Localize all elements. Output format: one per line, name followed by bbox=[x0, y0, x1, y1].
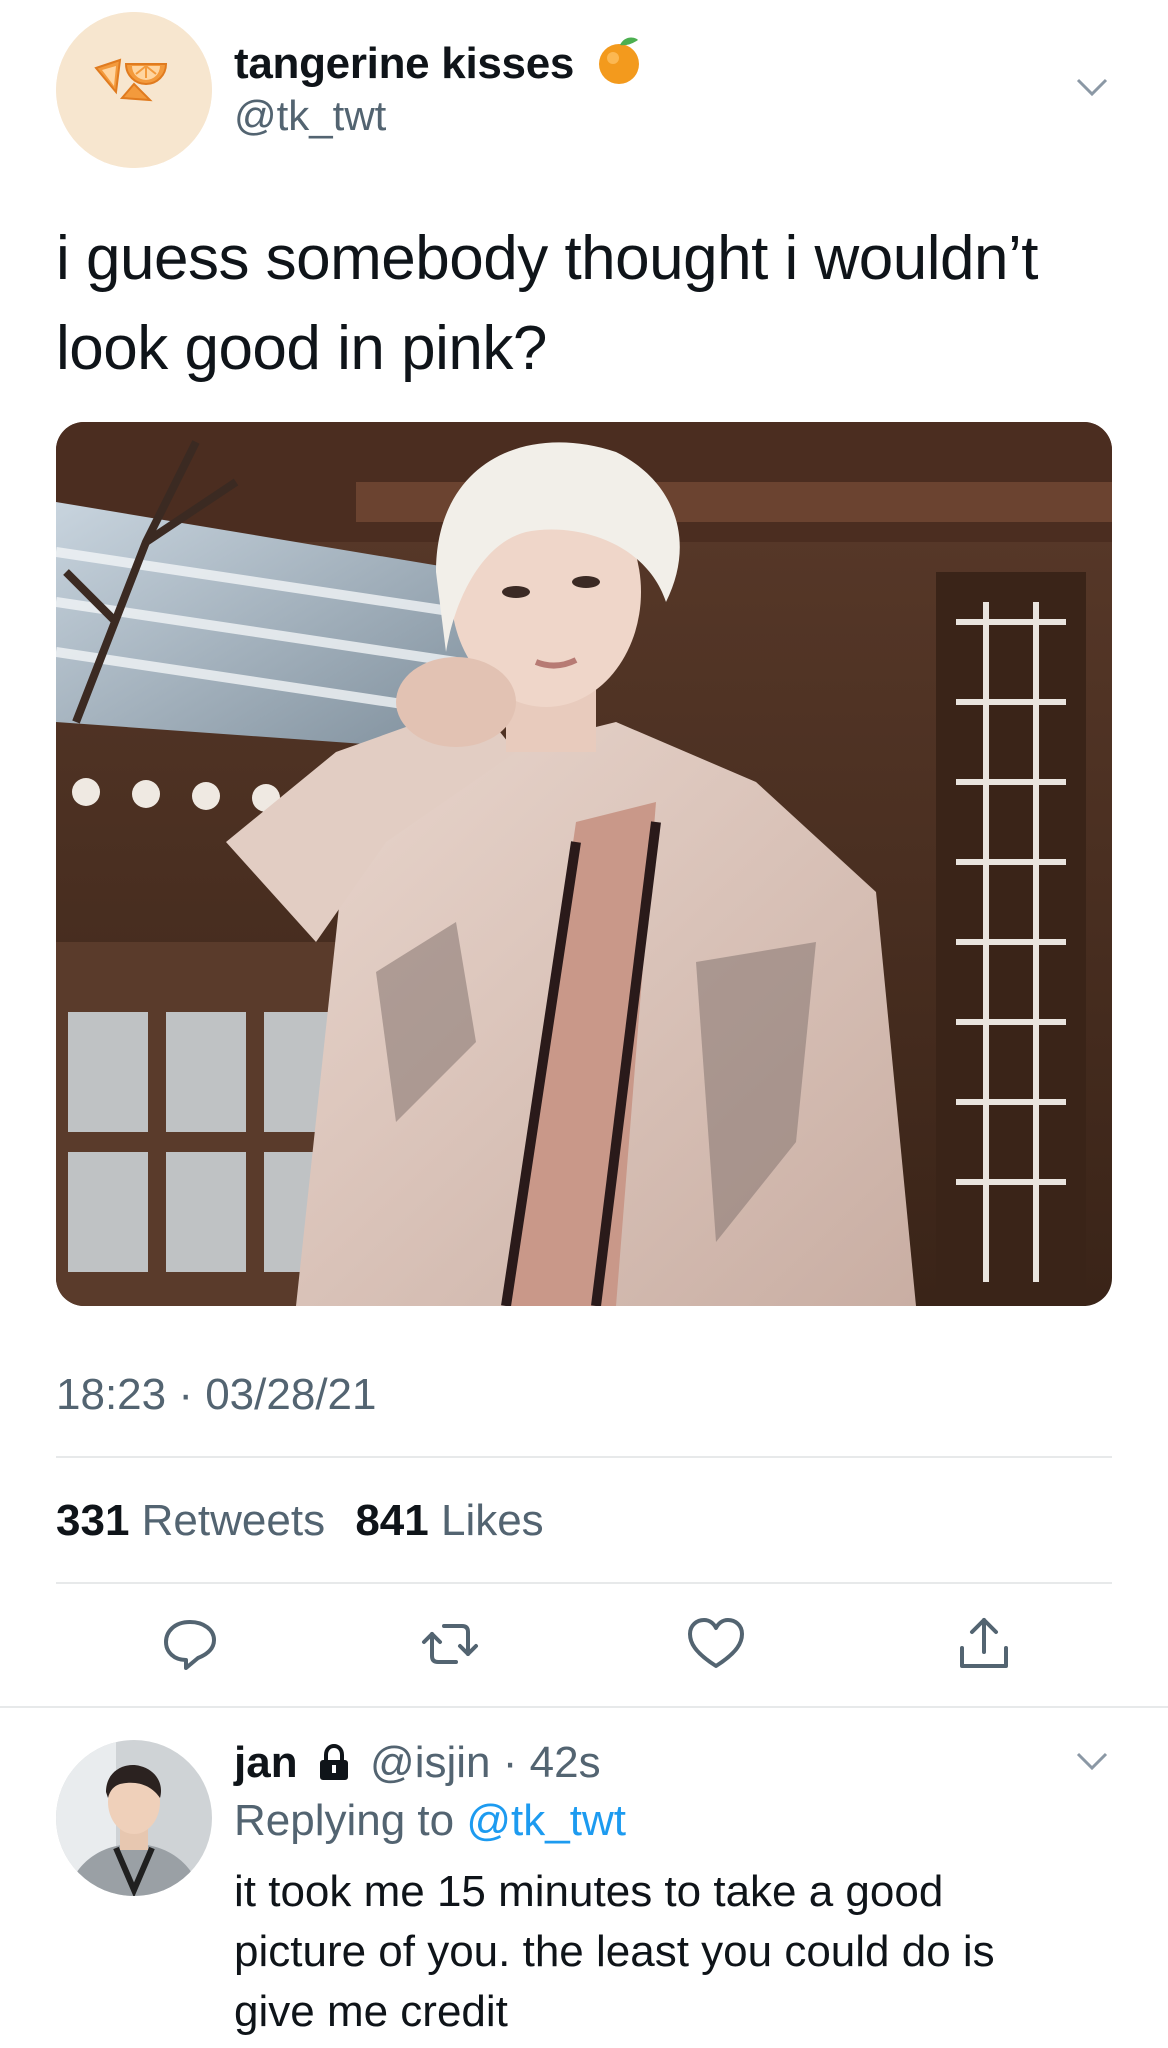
retweets-count: 331 bbox=[56, 1496, 130, 1545]
retweets-label: Retweets bbox=[141, 1496, 326, 1545]
tweet-text: i guess somebody thought i wouldn’t look… bbox=[56, 214, 1116, 394]
chevron-down-icon[interactable] bbox=[1072, 66, 1112, 106]
display-name[interactable]: tangerine kisses bbox=[234, 34, 642, 89]
replying-to: Replying to @tk_twt bbox=[234, 1796, 626, 1846]
divider bbox=[0, 1706, 1168, 1708]
share-icon[interactable] bbox=[952, 1612, 1016, 1676]
tweet-text-line: look good in pink? bbox=[56, 314, 547, 383]
reply-time[interactable]: · 42s bbox=[503, 1738, 601, 1787]
user-handle[interactable]: @tk_twt bbox=[234, 92, 386, 140]
reply-header: jan @isjin · 42s bbox=[234, 1738, 601, 1788]
reply-handle[interactable]: @isjin bbox=[370, 1738, 490, 1787]
divider bbox=[56, 1456, 1112, 1458]
replying-mention[interactable]: @tk_twt bbox=[466, 1796, 626, 1845]
tangerine-emoji-icon bbox=[598, 37, 639, 84]
tweet-stats: 331 Retweets 841 Likes bbox=[56, 1496, 544, 1546]
likes-count: 841 bbox=[355, 1496, 429, 1545]
chevron-down-icon[interactable] bbox=[1072, 1740, 1112, 1780]
tweet-timestamp[interactable]: 18:23 · 03/28/21 bbox=[56, 1370, 376, 1420]
reply-text-line: it took me 15 minutes to take a good bbox=[234, 1867, 944, 1916]
reply-text-line: give me credit bbox=[234, 1987, 508, 2036]
photo-image bbox=[56, 422, 1112, 1306]
reply-icon[interactable] bbox=[158, 1612, 222, 1676]
tangerine-logo-icon bbox=[56, 12, 212, 168]
retweet-icon[interactable] bbox=[418, 1612, 482, 1676]
tweet-photo[interactable] bbox=[56, 422, 1112, 1306]
reply-avatar-image bbox=[56, 1740, 212, 1896]
retweets-stat[interactable]: 331 Retweets bbox=[56, 1496, 337, 1545]
reply-text: it took me 15 minutes to take a good pic… bbox=[234, 1862, 1114, 2042]
avatar[interactable] bbox=[56, 12, 212, 168]
likes-stat[interactable]: 841 Likes bbox=[355, 1496, 543, 1545]
likes-label: Likes bbox=[440, 1496, 544, 1545]
divider bbox=[56, 1582, 1112, 1584]
reply-display-name[interactable]: jan bbox=[234, 1738, 298, 1787]
tweet-text-line: i guess somebody thought i wouldn’t bbox=[56, 224, 1039, 293]
reply-text-line: picture of you. the least you could do i… bbox=[234, 1927, 995, 1976]
reply-avatar[interactable] bbox=[56, 1740, 212, 1896]
heart-icon[interactable] bbox=[684, 1612, 748, 1676]
lock-icon bbox=[319, 1743, 348, 1780]
replying-prefix: Replying to bbox=[234, 1796, 455, 1845]
